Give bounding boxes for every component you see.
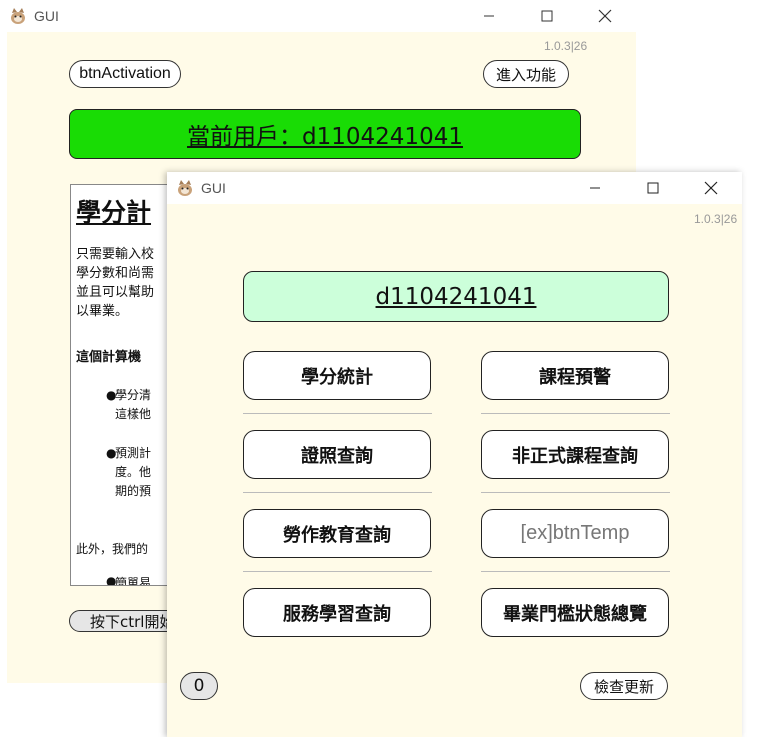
- doc-bullet-1: ● 學分清 這樣他: [106, 388, 152, 421]
- close-icon: [598, 9, 612, 23]
- close-button[interactable]: [688, 172, 734, 204]
- informal-course-query-button[interactable]: 非正式課程查詢: [481, 430, 669, 479]
- user-id-text: d1104241041: [375, 283, 537, 310]
- service-learning-query-button[interactable]: 服務學習查詢: [243, 588, 431, 637]
- certificate-query-button[interactable]: 證照查詢: [243, 430, 431, 479]
- window-title: GUI: [201, 180, 226, 196]
- enter-function-button[interactable]: 進入功能: [483, 60, 569, 88]
- user-id-display: d1104241041: [243, 271, 669, 322]
- check-update-button[interactable]: 檢查更新: [580, 672, 668, 700]
- activation-button[interactable]: btnActivation: [69, 60, 181, 88]
- maximize-icon: [647, 182, 659, 194]
- course-warning-button[interactable]: 課程預警: [481, 351, 669, 400]
- close-icon: [704, 181, 718, 195]
- minimize-icon: [590, 187, 600, 189]
- divider: [481, 571, 670, 572]
- front-client-area: 1.0.3|26 d1104241041 學分統計 課程預警 證照查詢 非正式課…: [167, 204, 742, 737]
- version-label: 1.0.3|26: [694, 212, 738, 226]
- divider: [481, 492, 670, 493]
- doc-paragraph-2: 此外，我們的: [76, 542, 149, 556]
- maximize-button[interactable]: [524, 0, 570, 32]
- cat-app-icon: [178, 180, 192, 196]
- divider: [243, 492, 432, 493]
- doc-paragraph-1: 只需要輸入校 學分數和尚需 並且可以幫助 以畢業。: [76, 247, 155, 319]
- front-titlebar: GUI: [167, 172, 742, 204]
- maximize-icon: [541, 10, 553, 22]
- window-title: GUI: [34, 8, 59, 24]
- counter-button[interactable]: 0: [180, 672, 218, 700]
- user-banner-text: 當前用戶：d1104241041: [187, 124, 463, 150]
- maximize-button[interactable]: [630, 172, 676, 204]
- divider: [243, 571, 432, 572]
- doc-bullet-3: ● 簡單易: [106, 574, 152, 586]
- minimize-button[interactable]: [572, 172, 618, 204]
- close-button[interactable]: [582, 0, 628, 32]
- minimize-icon: [484, 15, 494, 17]
- labor-education-query-button[interactable]: 勞作教育查詢: [243, 509, 431, 558]
- version-label: 1.0.3|26: [544, 39, 588, 53]
- cat-app-icon: [11, 8, 25, 24]
- minimize-button[interactable]: [466, 0, 512, 32]
- doc-bullet-2: ● 預測計 度。他 期的預: [106, 446, 152, 498]
- graduation-threshold-overview-button[interactable]: 畢業門檻狀態總覽: [481, 588, 669, 637]
- divider: [243, 413, 432, 414]
- divider: [481, 413, 670, 414]
- front-window: GUI 1.0.3|26 d1104241041 學分統計 課程預警 證照查詢 …: [167, 172, 742, 737]
- doc-bold-line: 這個計算機: [76, 350, 142, 365]
- temp-button[interactable]: [ex]btnTemp: [481, 509, 669, 558]
- credit-statistics-button[interactable]: 學分統計: [243, 351, 431, 400]
- user-banner: 當前用戶：d1104241041: [69, 109, 581, 159]
- back-titlebar: GUI: [0, 0, 636, 32]
- doc-heading: 學分計: [76, 198, 152, 227]
